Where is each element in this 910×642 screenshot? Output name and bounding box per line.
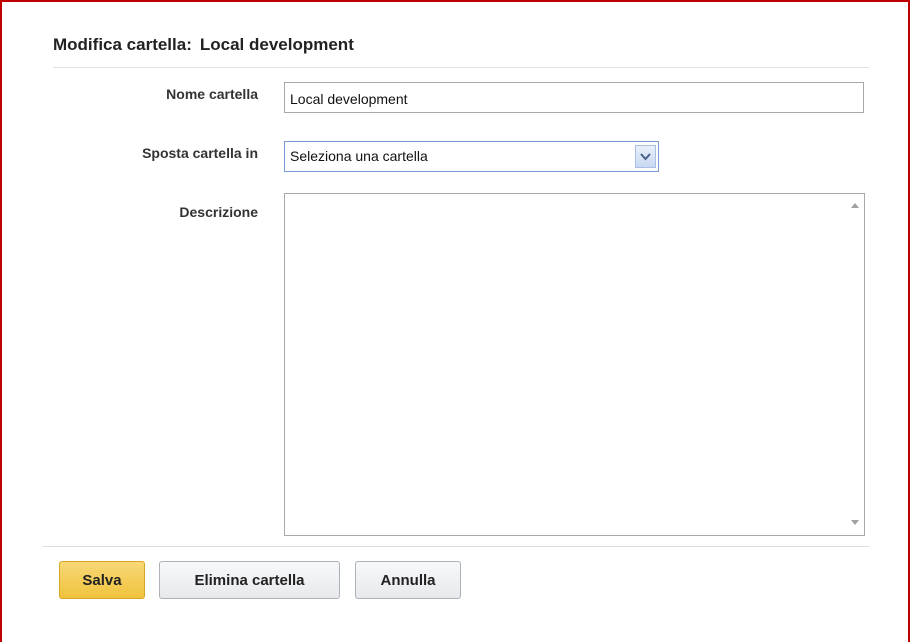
scroll-down-arrow-icon[interactable] (851, 520, 859, 525)
move-to-selected-value: Seleziona una cartella (290, 148, 428, 164)
description-textarea[interactable] (284, 193, 865, 536)
delete-folder-button[interactable]: Elimina cartella (159, 561, 340, 599)
scroll-up-arrow-icon[interactable] (851, 203, 859, 208)
folder-name-input[interactable]: Local development (284, 82, 864, 113)
footer-divider (43, 546, 869, 547)
header-divider (53, 67, 869, 68)
folder-name-label: Nome cartella (166, 86, 258, 102)
page-title: Modifica cartella: Local development (53, 35, 354, 55)
cancel-button[interactable]: Annulla (355, 561, 461, 599)
move-to-label: Sposta cartella in (142, 145, 258, 161)
move-to-select[interactable]: Seleziona una cartella (284, 141, 659, 172)
title-prefix: Modifica cartella: (53, 35, 192, 54)
save-button[interactable]: Salva (59, 561, 145, 599)
chevron-down-icon[interactable] (635, 145, 656, 168)
description-label: Descrizione (179, 204, 258, 220)
description-scrollbar[interactable] (847, 194, 864, 535)
chevron-down-icon-glyph (640, 152, 651, 160)
title-folder-name: Local development (199, 35, 354, 54)
